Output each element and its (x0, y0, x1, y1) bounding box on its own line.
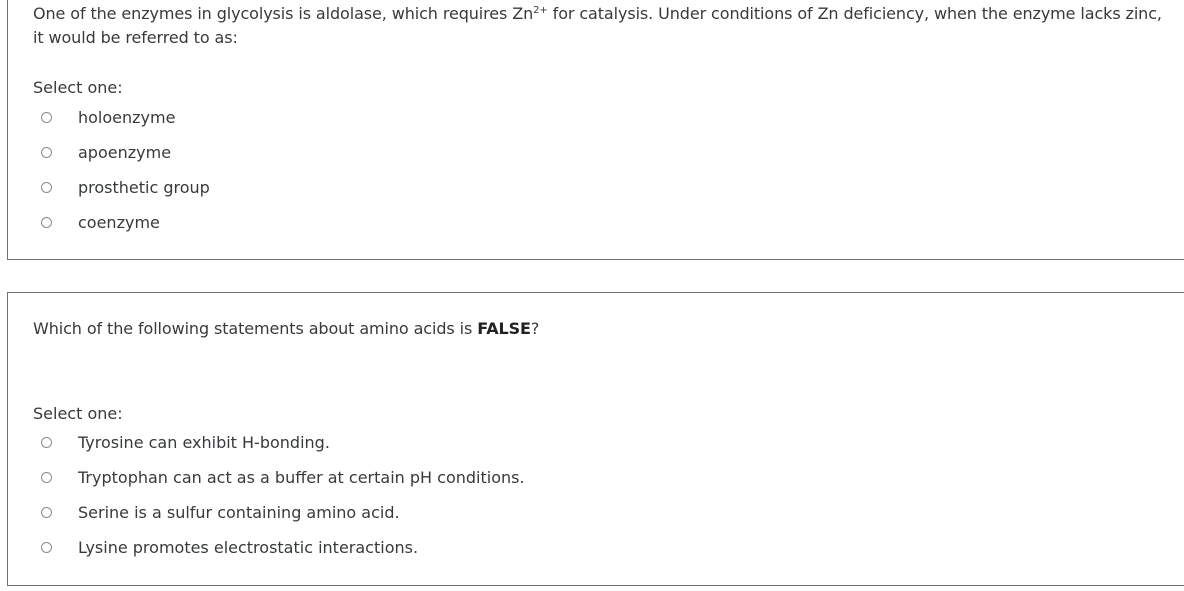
question-1-text-part: One of the enzymes in glycolysis is aldo… (33, 4, 534, 23)
question-1-option[interactable]: prosthetic group (33, 170, 210, 205)
question-2-option[interactable]: Serine is a sulfur containing amino acid… (33, 495, 525, 530)
question-1-prompt: Select one: (33, 78, 123, 97)
false-emphasis: FALSE (477, 319, 531, 338)
radio-button[interactable] (41, 437, 52, 448)
zinc-charge-superscript: 2+ (533, 5, 548, 16)
question-2-text-part: ? (530, 319, 540, 338)
question-1-text: One of the enzymes in glycolysis is aldo… (33, 2, 1176, 50)
question-1-option[interactable]: coenzyme (33, 205, 210, 240)
question-1-option[interactable]: apoenzyme (33, 135, 210, 170)
radio-button[interactable] (41, 542, 52, 553)
question-2-option[interactable]: Lysine promotes electrostatic interactio… (33, 530, 525, 565)
option-label: prosthetic group (78, 178, 210, 197)
option-label: apoenzyme (78, 143, 172, 162)
question-2-option[interactable]: Tyrosine can exhibit H-bonding. (33, 425, 525, 460)
radio-button[interactable] (41, 217, 52, 228)
question-2-prompt: Select one: (33, 404, 123, 423)
radio-button[interactable] (41, 472, 52, 483)
question-2-text-part: Which of the following statements about … (33, 319, 478, 338)
option-label: Serine is a sulfur containing amino acid… (78, 503, 400, 522)
option-label: Lysine promotes electrostatic interactio… (78, 538, 419, 557)
radio-button[interactable] (41, 112, 52, 123)
question-2-container: Which of the following statements about … (7, 292, 1184, 586)
radio-button[interactable] (41, 147, 52, 158)
option-label: Tyrosine can exhibit H-bonding. (78, 433, 330, 452)
question-2-option[interactable]: Tryptophan can act as a buffer at certai… (33, 460, 525, 495)
option-label: holoenzyme (78, 108, 176, 127)
question-1-options: holoenzyme apoenzyme prosthetic group co… (33, 100, 210, 240)
radio-button[interactable] (41, 507, 52, 518)
question-2-options: Tyrosine can exhibit H-bonding. Tryptoph… (33, 425, 525, 565)
question-1-option[interactable]: holoenzyme (33, 100, 210, 135)
radio-button[interactable] (41, 182, 52, 193)
option-label: coenzyme (78, 213, 160, 232)
question-2-text: Which of the following statements about … (33, 317, 1176, 341)
question-1-container: One of the enzymes in glycolysis is aldo… (7, 0, 1184, 260)
option-label: Tryptophan can act as a buffer at certai… (78, 468, 525, 487)
